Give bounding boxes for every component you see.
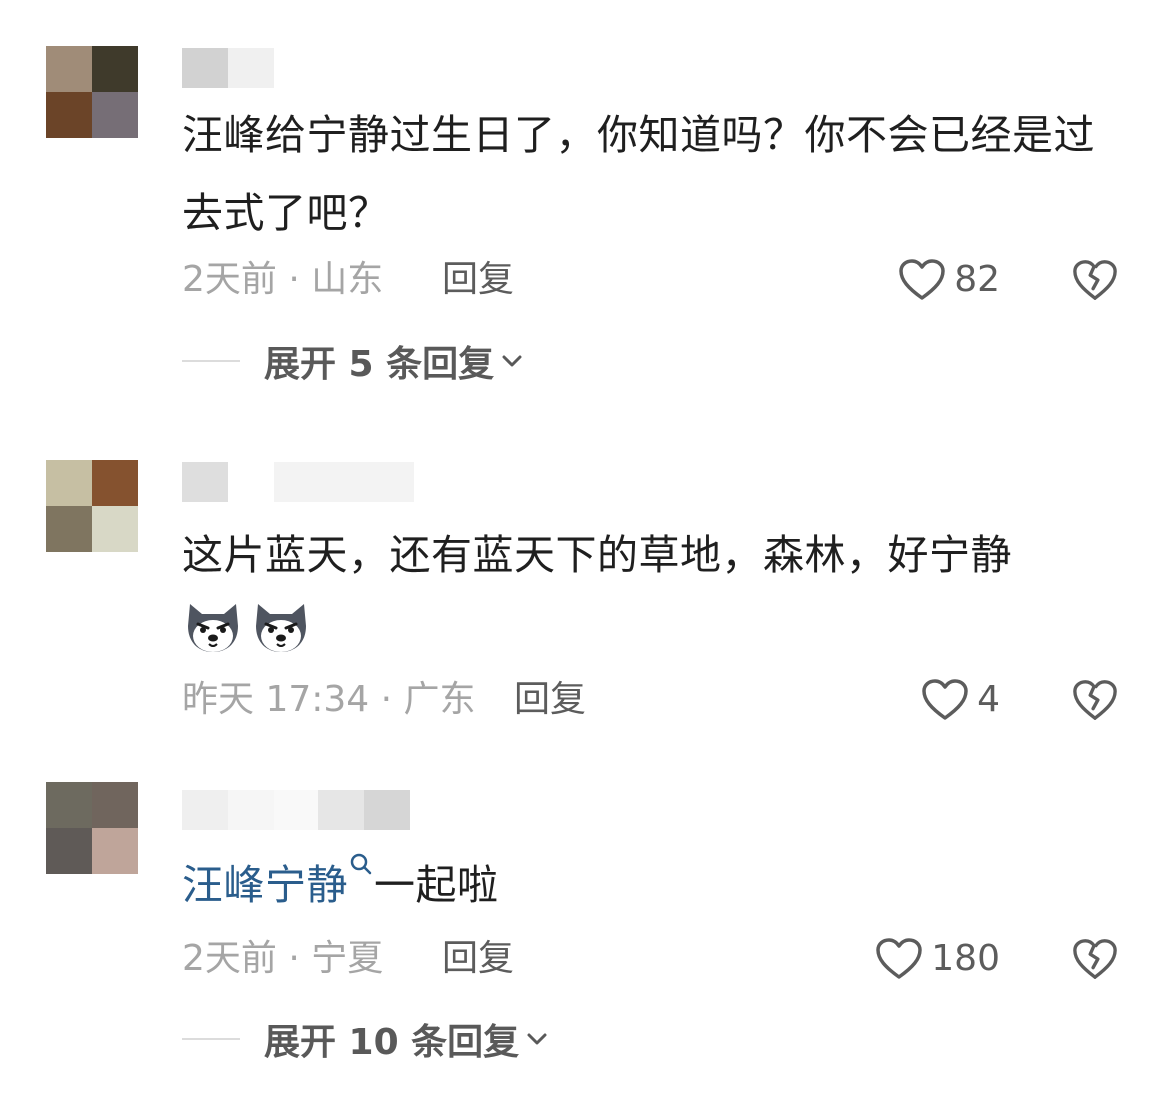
reply-button[interactable]: 回复 <box>442 255 514 305</box>
expand-replies-button[interactable]: 展开 5 条回复 <box>182 336 526 386</box>
heart-icon <box>876 938 923 979</box>
username-blurred[interactable] <box>182 790 410 830</box>
heart-icon <box>899 259 945 300</box>
comment-meta-row: 2天前 · 山东 回复 82 <box>182 255 1132 305</box>
avatar[interactable] <box>46 46 138 138</box>
comment-item: 汪峰宁静 一起啦 2天前 · 宁夏 回复 180 展开 10 条回复 <box>0 760 1170 1098</box>
like-button[interactable]: 82 <box>898 255 1000 305</box>
chevron-down-icon <box>527 1033 547 1045</box>
comment-text: 汪峰宁静 一起啦 <box>182 846 1132 924</box>
reply-button[interactable]: 回复 <box>442 934 514 984</box>
divider <box>182 1038 240 1040</box>
username-blurred[interactable] <box>182 48 274 88</box>
comment-meta: 昨天 17:34 · 广东 <box>182 679 476 720</box>
expand-replies-button[interactable]: 展开 10 条回复 <box>182 1014 551 1064</box>
comment-item: 这片蓝天，还有蓝天下的草地，森林，好宁静 昨天 17:34 · 广东 回复 4 <box>0 420 1170 760</box>
comment-text-tail: 一起啦 <box>374 861 499 909</box>
comment-meta: 2天前 · 山东 <box>182 259 384 300</box>
husky-dog-emoji <box>188 604 238 652</box>
comment-meta-row: 2天前 · 宁夏 回复 180 <box>182 934 1132 984</box>
username-blurred[interactable] <box>182 462 414 502</box>
mention-link[interactable]: 汪峰宁静 <box>182 861 348 909</box>
like-button[interactable]: 4 <box>921 675 1000 725</box>
avatar[interactable] <box>46 782 138 874</box>
like-button[interactable]: 180 <box>875 934 1000 984</box>
comment-text: 这片蓝天，还有蓝天下的草地，森林，好宁静 <box>182 531 1012 579</box>
comment-meta-row: 昨天 17:34 · 广东 回复 4 <box>182 675 1132 725</box>
broken-heart-icon[interactable] <box>1072 936 1118 982</box>
expand-replies-label: 展开 10 条回复 <box>264 1022 520 1063</box>
like-count: 180 <box>931 938 1000 979</box>
like-count: 4 <box>977 679 1000 720</box>
avatar[interactable] <box>46 460 138 552</box>
emoji-row <box>182 596 312 658</box>
broken-heart-icon[interactable] <box>1072 677 1118 723</box>
husky-dog-emoji <box>256 604 306 652</box>
comment-meta: 2天前 · 宁夏 <box>182 938 384 979</box>
expand-replies-label: 展开 5 条回复 <box>264 344 495 385</box>
comment-item: 汪峰给宁静过生日了，你知道吗？你不会已经是过去式了吧？ 2天前 · 山东 回复 … <box>0 0 1170 420</box>
search-icon[interactable] <box>348 852 374 882</box>
divider <box>182 360 240 362</box>
heart-icon <box>922 679 968 720</box>
comment-text: 汪峰给宁静过生日了，你知道吗？你不会已经是过去式了吧？ <box>182 111 1095 237</box>
broken-heart-icon[interactable] <box>1072 257 1118 303</box>
chevron-down-icon <box>502 355 522 367</box>
reply-button[interactable]: 回复 <box>514 675 586 725</box>
like-count: 82 <box>954 259 1000 300</box>
